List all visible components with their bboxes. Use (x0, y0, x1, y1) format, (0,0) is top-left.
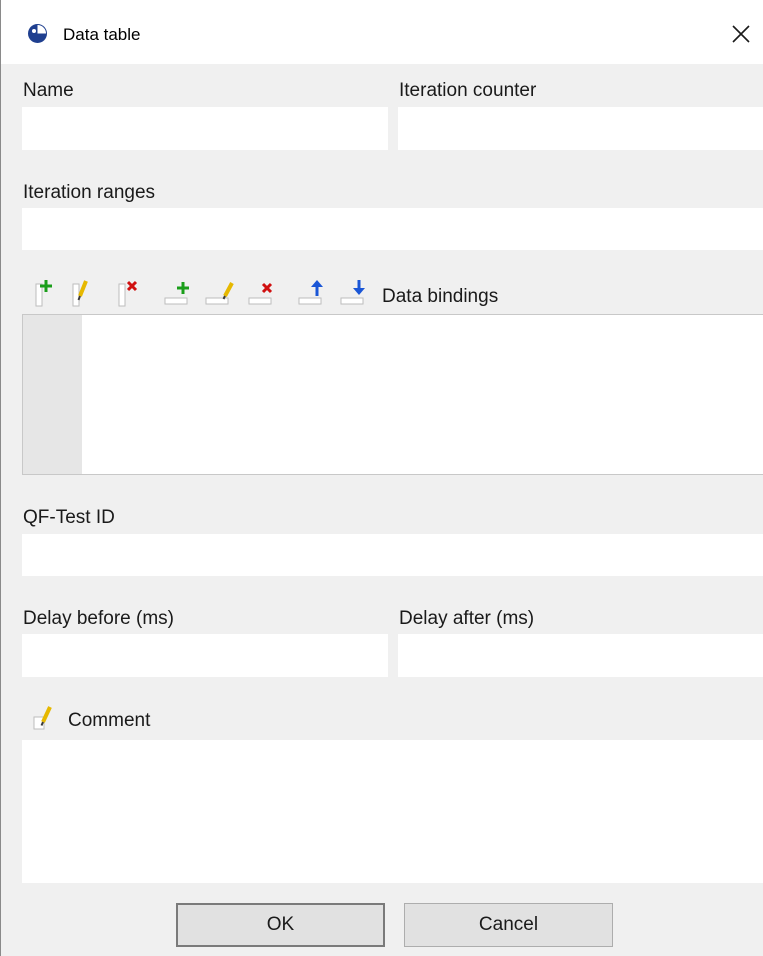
edit-row-icon (205, 282, 234, 305)
iteration-counter-input[interactable] (398, 107, 763, 150)
cancel-button[interactable]: Cancel (404, 903, 613, 947)
title-bar: Data table (1, 0, 763, 64)
delete-row-icon (248, 282, 273, 305)
name-label: Name (23, 80, 74, 101)
close-button[interactable] (724, 17, 758, 51)
add-column-button[interactable] (30, 276, 62, 308)
add-column-icon (35, 280, 52, 307)
delay-before-label: Delay before (ms) (23, 608, 174, 629)
move-row-up-button[interactable] (297, 276, 329, 308)
row-header-column (23, 315, 82, 474)
data-bindings-label: Data bindings (382, 286, 499, 307)
window-title: Data table (63, 25, 141, 44)
edit-comment-button[interactable] (31, 703, 59, 731)
comment-label: Comment (68, 710, 151, 731)
qftest-id-label: QF-Test ID (23, 507, 115, 528)
move-row-down-button[interactable] (339, 276, 371, 308)
qftest-id-input[interactable] (22, 534, 763, 576)
delete-column-button[interactable] (111, 276, 143, 308)
comment-textarea[interactable] (22, 740, 763, 883)
add-row-icon (164, 282, 189, 305)
delete-column-icon (118, 280, 138, 307)
delay-before-input[interactable] (22, 634, 388, 677)
name-input[interactable] (22, 107, 388, 150)
data-table-dialog: Data table Name Iteration counter Iterat… (0, 0, 763, 956)
ok-button[interactable]: OK (176, 903, 385, 947)
edit-comment-icon (33, 706, 52, 730)
iteration-ranges-input[interactable] (22, 208, 763, 250)
delay-after-input[interactable] (398, 634, 763, 677)
data-bindings-table[interactable] (22, 314, 763, 475)
iteration-ranges-label: Iteration ranges (23, 182, 156, 203)
move-row-down-icon (340, 280, 365, 305)
qftest-logo-icon (28, 24, 47, 43)
move-row-up-icon (298, 280, 323, 305)
iteration-counter-label: Iteration counter (399, 80, 537, 101)
delete-row-button[interactable] (247, 276, 279, 308)
close-icon (732, 25, 750, 43)
delay-after-label: Delay after (ms) (399, 608, 535, 629)
edit-row-button[interactable] (204, 276, 236, 308)
add-row-button[interactable] (163, 276, 195, 308)
edit-column-icon (72, 280, 88, 307)
edit-column-button[interactable] (67, 276, 99, 308)
